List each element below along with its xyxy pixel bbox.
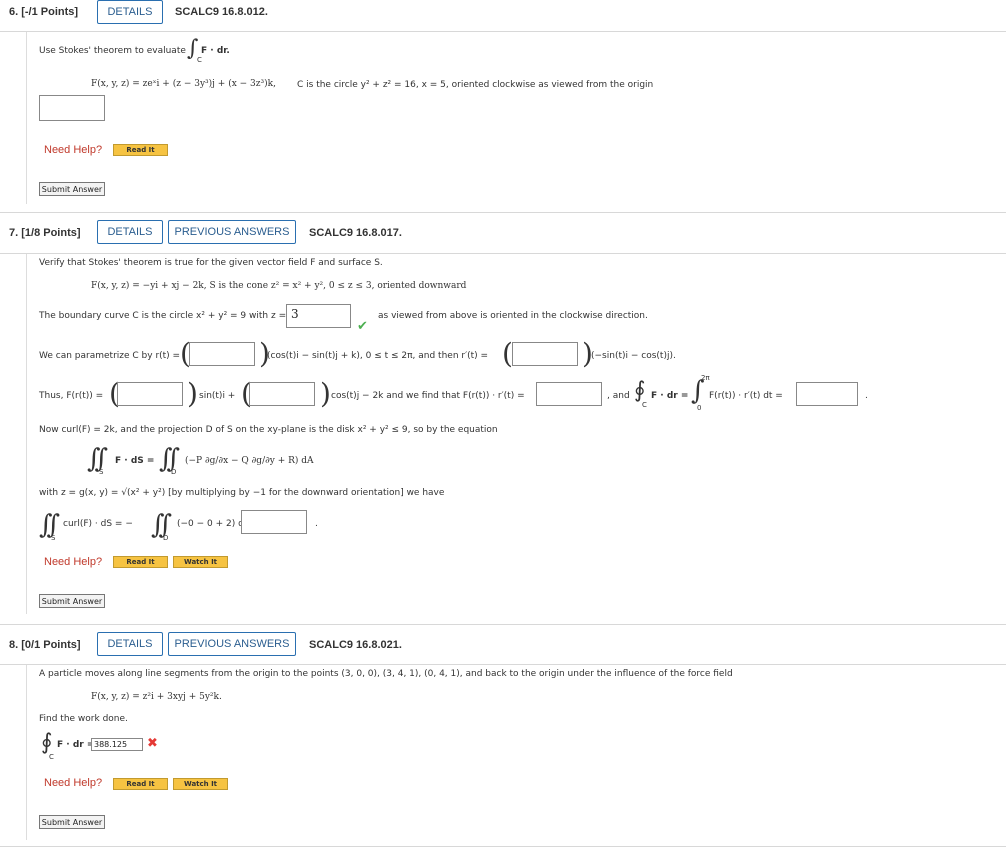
q7-details-button[interactable]: DETAILS [97,220,163,244]
question-8-body: A particle moves along line segments fro… [26,665,1006,840]
question-8-number: 8. [0/1 Points] [9,639,81,651]
period: . [865,391,868,401]
question-6-body: Use Stokes' theorem to evaluate ∫ C F · … [26,32,1006,204]
q8-submit-button[interactable]: Submit Answer [39,815,105,829]
integral-subscript: C [197,56,202,64]
q8-previous-answers-button[interactable]: PREVIOUS ANSWERS [168,632,296,656]
q8-watch-it-button[interactable]: Watch It [173,778,228,790]
q8-details-button[interactable]: DETAILS [97,632,163,656]
q7-need-help: Need Help? [44,556,103,568]
q7-dot-product-input[interactable] [536,382,602,406]
q6-integrand: F · dr. [201,46,230,56]
q7-and: , and [607,391,630,401]
q7-surface-int-lhs: F · dS = [115,456,155,466]
separator [0,846,1006,847]
question-7-number: 7. [1/8 Points] [9,227,81,239]
question-8-header: 8. [0/1 Points] DETAILS PREVIOUS ANSWERS… [0,632,1006,666]
q7-r-coefficient-input[interactable] [189,342,255,366]
q7-watch-it-button[interactable]: Watch It [173,556,228,568]
q8-find-text: Find the work done. [39,714,128,724]
upper-limit: 2π [701,374,710,382]
q7-with-text: with z = g(x, y) = √(x² + y²) [by multip… [39,488,445,498]
integral-subscript: C [642,401,647,409]
q6-answer-input[interactable] [39,95,105,121]
q7-Fr-j-input[interactable] [249,382,315,406]
incorrect-x-icon: ✖ [147,736,158,751]
q7-param-mid: (cos(t)i − sin(t)j + k), 0 ≤ t ≤ 2π, and… [267,351,489,361]
lower-limit: 0 [697,404,702,412]
q7-surface-int-rhs: (−P ∂g/∂x − Q ∂g/∂y + R) dA [185,456,314,466]
q7-Fr-i-input[interactable] [117,382,183,406]
q6-field: F(x, y, z) = zeˣi + (z − 3y³)j + (x − 3z… [91,79,276,89]
close-paren: ) [187,377,198,410]
integral-subscript: C [49,753,54,761]
q6-curve: C is the circle y² + z² = 16, x = 5, ori… [297,80,654,90]
q8-field: F(x, y, z) = z²i + 3xyj + 5y²k. [91,692,222,702]
q7-surface-integral-input[interactable] [241,510,307,534]
question-6-number: 6. [-/1 Points] [9,6,79,18]
closed-line-integral-symbol: ∮ [41,730,53,755]
q6-submit-button[interactable]: Submit Answer [39,182,105,196]
q6-intro: Use Stokes' theorem to evaluate [39,46,186,56]
q7-read-it-button[interactable]: Read It [113,556,168,568]
q7-field: F(x, y, z) = −yi + xj − 2k, S is the con… [91,281,467,291]
integral-subscript: S [51,534,56,542]
q6-need-help: Need Help? [44,144,103,156]
correct-check-icon: ✔ [357,319,368,334]
q6-code: SCALC9 16.8.012. [175,6,268,18]
q6-details-button[interactable]: DETAILS [97,0,163,24]
q7-int-rhs: F(r(t)) · r′(t) dt = [709,391,783,401]
q8-read-it-button[interactable]: Read It [113,778,168,790]
close-paren: ) [320,377,331,410]
integral-subscript: S [99,468,104,476]
q8-need-help: Need Help? [44,777,103,789]
q7-final-lhs: curl(F) · dS = − [63,519,133,529]
q7-previous-answers-button[interactable]: PREVIOUS ANSWERS [168,220,296,244]
q8-intro: A particle moves along line segments fro… [39,669,733,679]
question-6-header: 6. [-/1 Points] DETAILS SCALC9 16.8.012. [0,0,1006,34]
period: . [315,519,318,529]
q7-submit-button[interactable]: Submit Answer [39,594,105,608]
q7-int-lhs: F · dr = [651,391,689,401]
integral-subscript: D [171,468,177,476]
q7-boundary-orientation: as viewed from above is oriented in the … [378,311,648,321]
closed-line-integral-symbol: ∮ [634,378,646,403]
separator [0,212,1006,213]
separator [0,624,1006,625]
question-7-body: Verify that Stokes' theorem is true for … [26,254,1006,614]
q7-thus-text: Thus, F(r(t)) = [39,391,104,401]
q7-intro: Verify that Stokes' theorem is true for … [39,258,383,268]
q7-curl-text: Now curl(F) = 2k, and the projection D o… [39,425,498,435]
q7-line-integral-input[interactable] [796,382,858,406]
q7-thus-mid1: sin(t)i + [199,391,236,401]
q7-thus-mid2: cos(t)j − 2k and we find that F(r(t)) · … [331,391,525,401]
q8-code: SCALC9 16.8.021. [309,639,402,651]
q8-work-lhs: F · dr = [57,740,95,750]
q8-work-answer-input[interactable]: 388.125 [91,738,143,751]
question-7-header: 7. [1/8 Points] DETAILS PREVIOUS ANSWERS… [0,220,1006,254]
q6-read-it-button[interactable]: Read It [113,144,168,156]
q7-rprime-coefficient-input[interactable] [512,342,578,366]
q7-z-value-input[interactable]: 3 [286,304,351,328]
q7-param-post: (−sin(t)i − cos(t)j). [591,351,676,361]
q7-boundary-text: The boundary curve C is the circle x² + … [39,311,287,321]
q7-param-text: We can parametrize C by r(t) = [39,351,181,361]
q7-code: SCALC9 16.8.017. [309,227,402,239]
integral-subscript: D [163,534,169,542]
